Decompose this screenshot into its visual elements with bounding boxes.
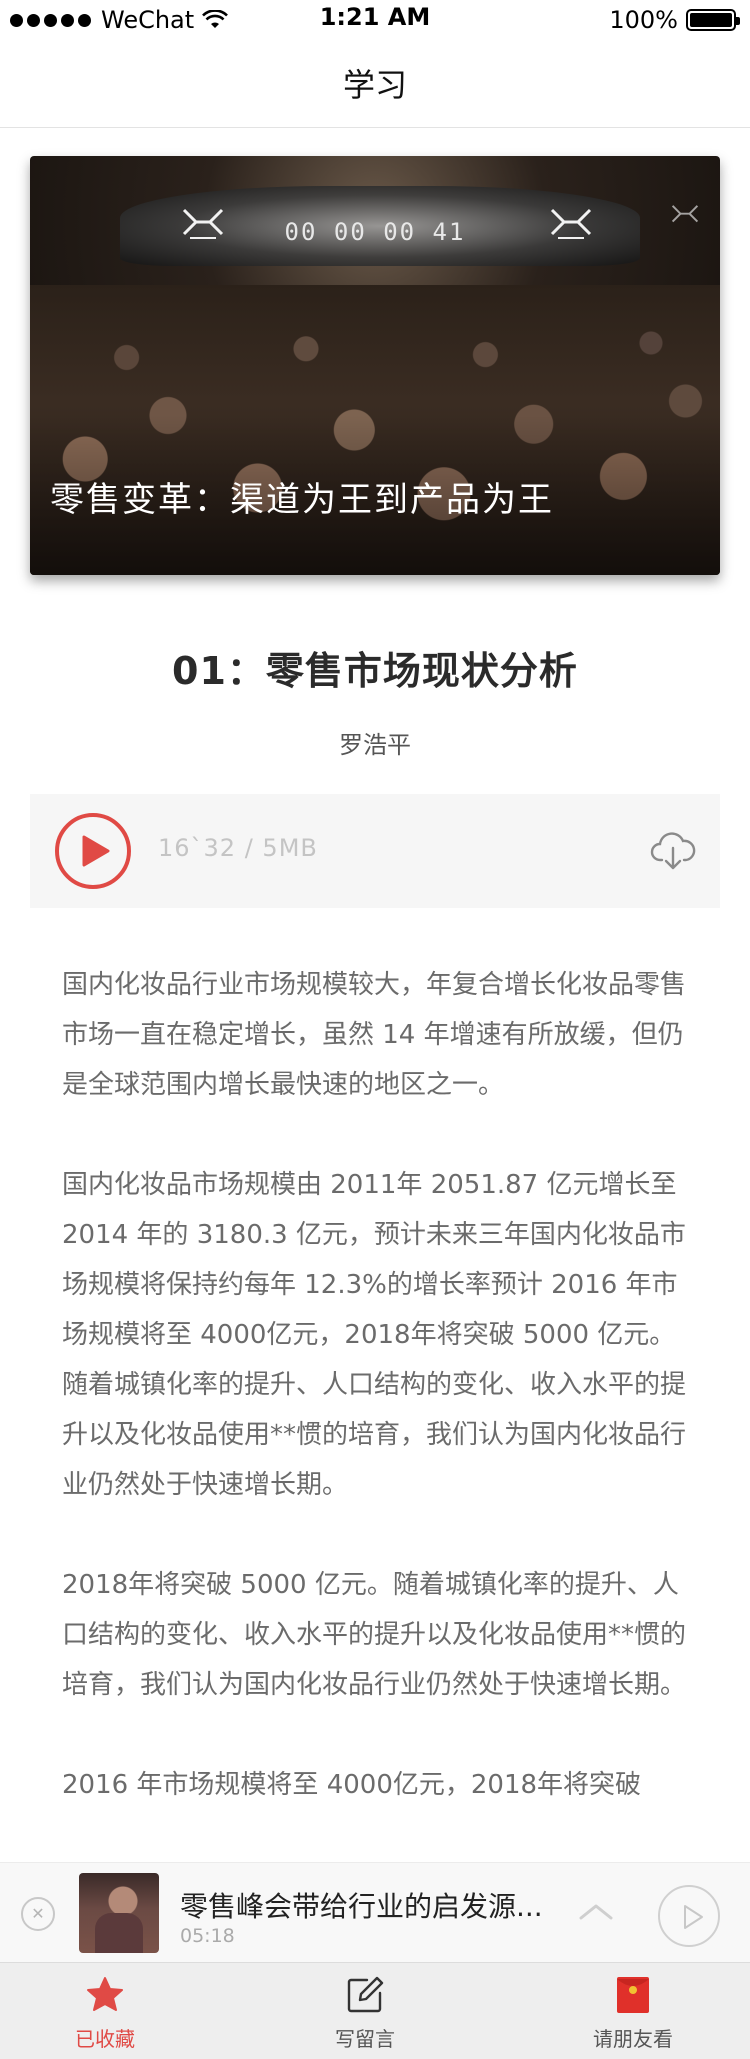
play-button[interactable]	[55, 813, 131, 889]
hero-banner[interactable]: 00 00 00 41 零售变革：渠道为王到产品为王	[30, 156, 720, 575]
track-title: 零售峰会带给行业的启发源...	[180, 1890, 543, 1923]
cloud-download-icon[interactable]	[650, 828, 696, 874]
article-body: 国内化妆品行业市场规模较大，年复合增长化妆品零售市场一直在稳定增长，虽然 14 …	[62, 960, 692, 1860]
red-envelope-icon	[617, 1977, 649, 2013]
audio-duration-size: 16`32 / 5MB	[158, 834, 318, 862]
hero-caption: 零售变革：渠道为王到产品为王	[50, 480, 554, 520]
track-cover-image	[79, 1873, 159, 1953]
close-icon: ✕	[31, 1904, 45, 1923]
article-paragraph: 国内化妆品市场规模由 2011年 2051.87 亿元增长至 2014 年的 3…	[62, 1170, 687, 1500]
bottom-tab-bar: 已收藏 写留言 请朋友看	[0, 1962, 750, 2059]
page-title: 学习	[342, 66, 407, 104]
play-icon	[684, 1905, 703, 1929]
article-paragraph: 2016 年市场规模将至 4000亿元，2018年将突破	[62, 1770, 642, 1800]
mini-player[interactable]: ✕ 零售峰会带给行业的启发源... 05:18	[0, 1862, 750, 1962]
track-time: 05:18	[180, 1925, 235, 1947]
edit-icon	[347, 1976, 384, 2013]
mini-play-button[interactable]	[658, 1885, 720, 1947]
play-icon	[82, 835, 110, 867]
chevron-up-icon[interactable]	[578, 1901, 614, 1921]
status-bar: WeChat 1:21 AM 100%	[0, 0, 750, 40]
status-right: 100%	[609, 4, 740, 36]
nav-bar: 学习	[0, 40, 750, 128]
tab-favorite[interactable]: 已收藏	[5, 1963, 205, 2059]
lesson-title: 01：零售市场现状分析	[172, 649, 578, 693]
tab-favorite-label: 已收藏	[75, 2027, 135, 2051]
battery-percent: 100%	[609, 6, 678, 34]
article-paragraph: 国内化妆品行业市场规模较大，年复合增长化妆品零售市场一直在稳定增长，虽然 14 …	[62, 970, 687, 1100]
article-paragraph: 2018年将突破 5000 亿元。随着城镇化率的提升、人口结构的变化、收入水平的…	[62, 1570, 687, 1700]
tab-invite[interactable]: 请朋友看	[533, 1963, 733, 2059]
star-icon	[87, 1977, 123, 2011]
tab-invite-label: 请朋友看	[593, 2027, 673, 2051]
battery-icon	[686, 9, 740, 31]
hero-countdown: 00 00 00 41	[284, 218, 466, 246]
close-button[interactable]: ✕	[21, 1897, 55, 1931]
author-name: 罗浩平	[339, 731, 411, 759]
tab-comment-label: 写留言	[335, 2027, 395, 2051]
audio-player-card: 16`32 / 5MB	[30, 794, 720, 908]
tab-comment[interactable]: 写留言	[265, 1963, 465, 2059]
